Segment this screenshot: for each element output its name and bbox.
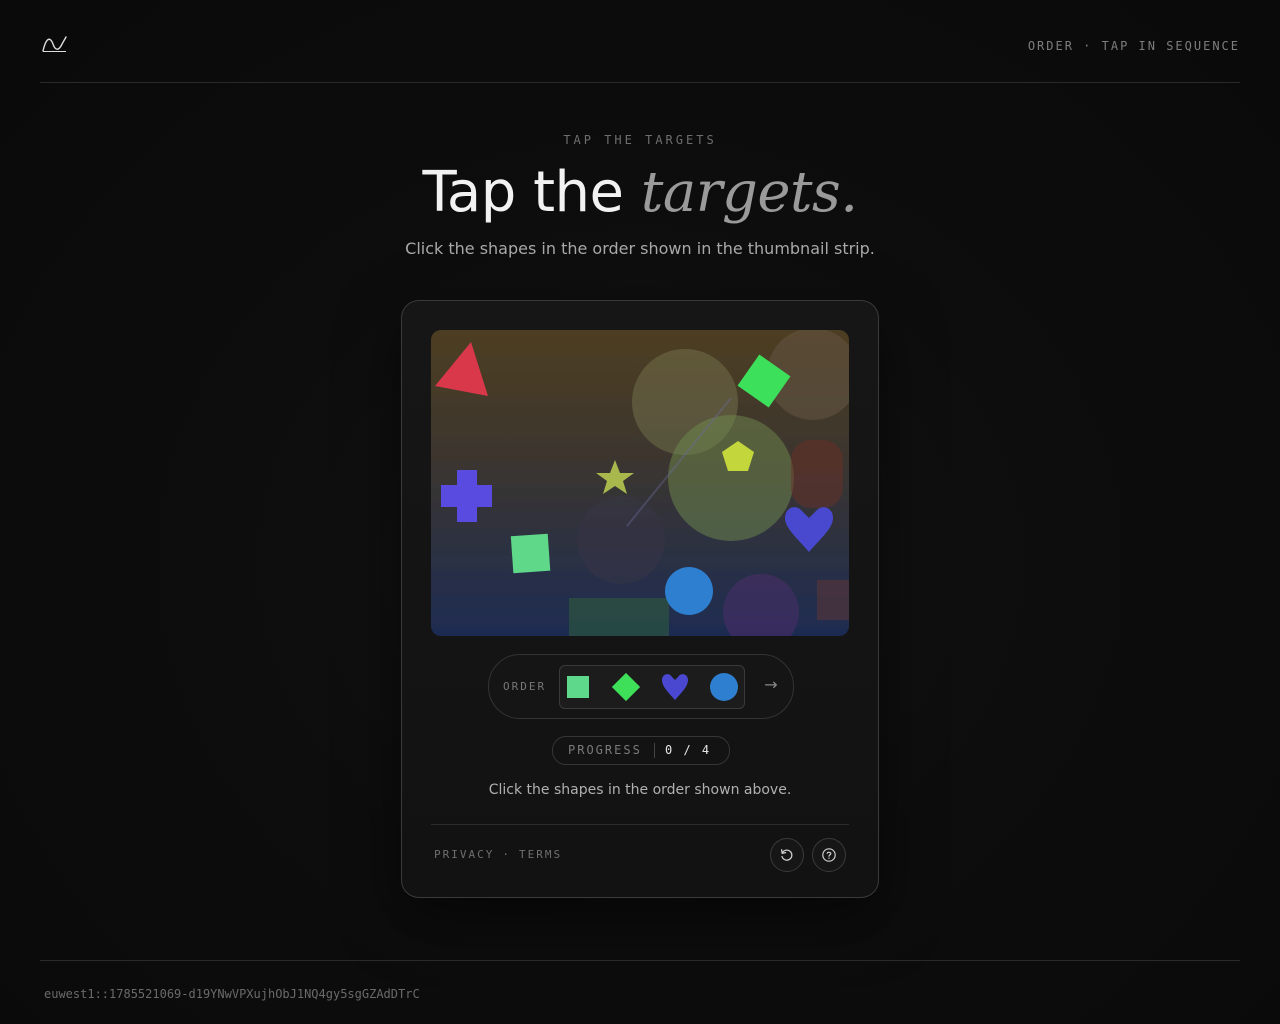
green-square-shape[interactable] xyxy=(510,533,551,574)
decoy-rect xyxy=(569,598,669,636)
instruction-text: Click the shapes in the order shown abov… xyxy=(488,782,792,798)
challenge-canvas[interactable] xyxy=(431,330,849,636)
challenge-canvas-svg xyxy=(431,330,849,636)
terms-link[interactable]: TERMS xyxy=(519,848,562,861)
decoy-blob xyxy=(791,440,843,508)
thumb-square-icon xyxy=(567,676,589,698)
order-strip: ORDER → xyxy=(488,654,794,719)
order-label: ORDER xyxy=(503,680,547,693)
page-subtitle: Click the shapes in the order shown in t… xyxy=(405,239,875,258)
blue-circle-shape[interactable] xyxy=(665,567,713,615)
progress-label: PROGRESS xyxy=(568,743,642,757)
thumb-circle-icon xyxy=(710,673,738,701)
progress-value: 0 / 4 xyxy=(665,743,712,757)
mode-label: ORDER · TAP IN SEQUENCE xyxy=(1027,39,1240,53)
refresh-icon xyxy=(780,849,793,861)
title-emphasis: targets. xyxy=(640,160,858,225)
legal-links: PRIVACY · TERMS xyxy=(434,848,562,861)
refresh-button[interactable] xyxy=(770,838,804,872)
challenge-card: ORDER → PROGRESS 0 / 4 Click the shapes … xyxy=(401,300,879,898)
card-divider xyxy=(431,824,849,825)
eyebrow-label: TAP THE TARGETS xyxy=(563,133,717,147)
top-bar: ORDER · TAP IN SEQUENCE xyxy=(40,0,1240,83)
decoy-circle xyxy=(668,415,794,541)
wave-logo-icon xyxy=(42,36,67,52)
decoy-circle xyxy=(577,496,665,584)
thumb-diamond-icon xyxy=(611,672,641,702)
session-id: euwest1::1785521069-d19YNwVPXujhObJ1NQ4g… xyxy=(44,987,420,1001)
help-icon xyxy=(822,848,836,862)
thumb-heart-icon xyxy=(662,674,688,700)
progress-divider xyxy=(654,743,655,758)
page-title: Tap the targets. xyxy=(0,158,1280,228)
arrow-right-icon: → xyxy=(764,675,778,694)
footer-divider xyxy=(40,960,1240,961)
title-plain: Tap the xyxy=(422,160,624,225)
progress-indicator: PROGRESS 0 / 4 xyxy=(552,736,730,765)
link-separator: · xyxy=(502,848,511,861)
decoy-rect xyxy=(817,580,849,620)
help-button[interactable] xyxy=(812,838,846,872)
order-thumbnails xyxy=(559,665,745,709)
privacy-link[interactable]: PRIVACY xyxy=(434,848,494,861)
captcha-page: ORDER · TAP IN SEQUENCE TAP THE TARGETS … xyxy=(0,0,1280,1024)
